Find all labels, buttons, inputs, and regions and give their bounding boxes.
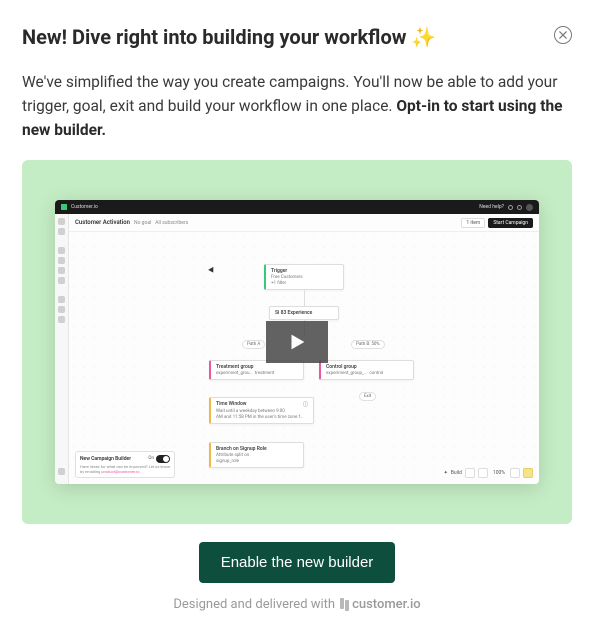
rail-icon-1 [58,218,65,225]
app-preview-window: Customer.io Need help? [55,200,539,484]
build-label: Build [451,470,462,476]
cursor-icon [208,267,216,274]
time-window-node: Time Window ⓘ Wait until a weekday betwe… [209,397,314,424]
treatment-exp: experiment_grou… [216,371,253,376]
treatment-title: Treatment group [216,364,298,370]
settings-icon [517,205,522,210]
control-val: control [369,371,383,376]
branch-attr: signup_role [216,459,298,464]
rail-icon-9 [58,316,65,323]
video-preview-frame: Customer.io Need help? [22,160,572,524]
customerio-logo-icon [340,599,349,610]
enable-builder-button[interactable]: Enable the new builder [199,542,396,583]
branch-title: Branch on Signup Role [216,446,298,452]
modal-title: New! Dive right into building your workf… [22,24,436,50]
preview-page-header: Customer Activation No goal All subscrib… [69,214,539,232]
time-window-line1: Wait until a weekday between 9:00 [216,409,308,414]
control-title: Control group [326,364,408,370]
subscribers-label: All subscribers [155,220,188,226]
brand-name: customer.io [352,597,421,612]
zoom-fit-icon [465,468,475,478]
exit-node: Exit [359,392,376,401]
branch-node: Branch on Signup Role Attribute split on… [209,442,304,468]
footer: Designed and delivered with customer.io [22,597,572,612]
start-campaign-button: Start Campaign [488,218,533,228]
help-icon [508,205,513,210]
treatment-node: Treatment group experiment_grou… treatme… [209,360,304,380]
rail-icon-6 [58,277,65,284]
path-a-label: Path A [242,340,265,349]
highlight-icon [523,468,533,478]
control-node: Control group experiment_group_… control [319,360,414,380]
rail-icon-3 [58,247,65,254]
customerio-brand-link[interactable]: customer.io [340,597,421,612]
footer-prefix: Designed and delivered with [173,597,335,612]
trigger-title: Trigger [271,268,338,274]
delay-node: Si 83 Experience [269,306,339,320]
trigger-segment: Free Customers [271,275,338,280]
branch-sub: Attribute split on [216,453,298,458]
zoom-in-icon [510,468,520,478]
trigger-filter: +1 filter [271,281,338,286]
avatar [526,204,533,211]
app-logo-icon [61,204,67,210]
video-play-button[interactable] [266,321,328,363]
play-icon [286,331,308,353]
trigger-node: Trigger Free Customers +1 filter [264,264,344,290]
preview-topbar: Customer.io Need help? [55,200,539,214]
preview-nav-rail [55,214,69,484]
canvas-controls: ✦ Build 100% [444,468,533,478]
close-button[interactable] [554,26,572,44]
zoom-level: 100% [491,470,507,476]
builder-toggle [156,455,170,463]
delay-title: Si 83 Experience [275,310,312,316]
rail-icon-10 [58,468,65,475]
control-exp: experiment_group_… [326,371,367,376]
time-window-line2: AM and 11:58 PM in the user's time zone … [216,415,308,420]
rail-icon-5 [58,267,65,274]
campaign-title: Customer Activation [75,219,130,226]
product-name: Customer.io [71,204,98,210]
rail-icon-4 [58,257,65,264]
time-window-title: Time Window [216,401,246,408]
rail-icon-7 [58,296,65,303]
new-builder-title: New Campaign Builder [80,456,131,462]
toggle-on-label: On [148,456,154,461]
rail-icon-8 [58,306,65,313]
panel-desc-link: product@customer.io [101,469,139,474]
no-goal-label: No goal [134,220,151,226]
rail-icon-2 [58,228,65,235]
path-b-label: Path B: 50% [351,340,385,349]
new-builder-panel: New Campaign Builder On Have ideas for w… [75,451,175,478]
zoom-out-icon [478,468,488,478]
close-icon [559,31,567,39]
item-count-chip: 1 item [461,218,485,228]
need-help-link: Need help? [479,204,504,210]
treatment-val: treatment [255,371,275,376]
modal-body: We've simplified the way you create camp… [22,70,572,142]
